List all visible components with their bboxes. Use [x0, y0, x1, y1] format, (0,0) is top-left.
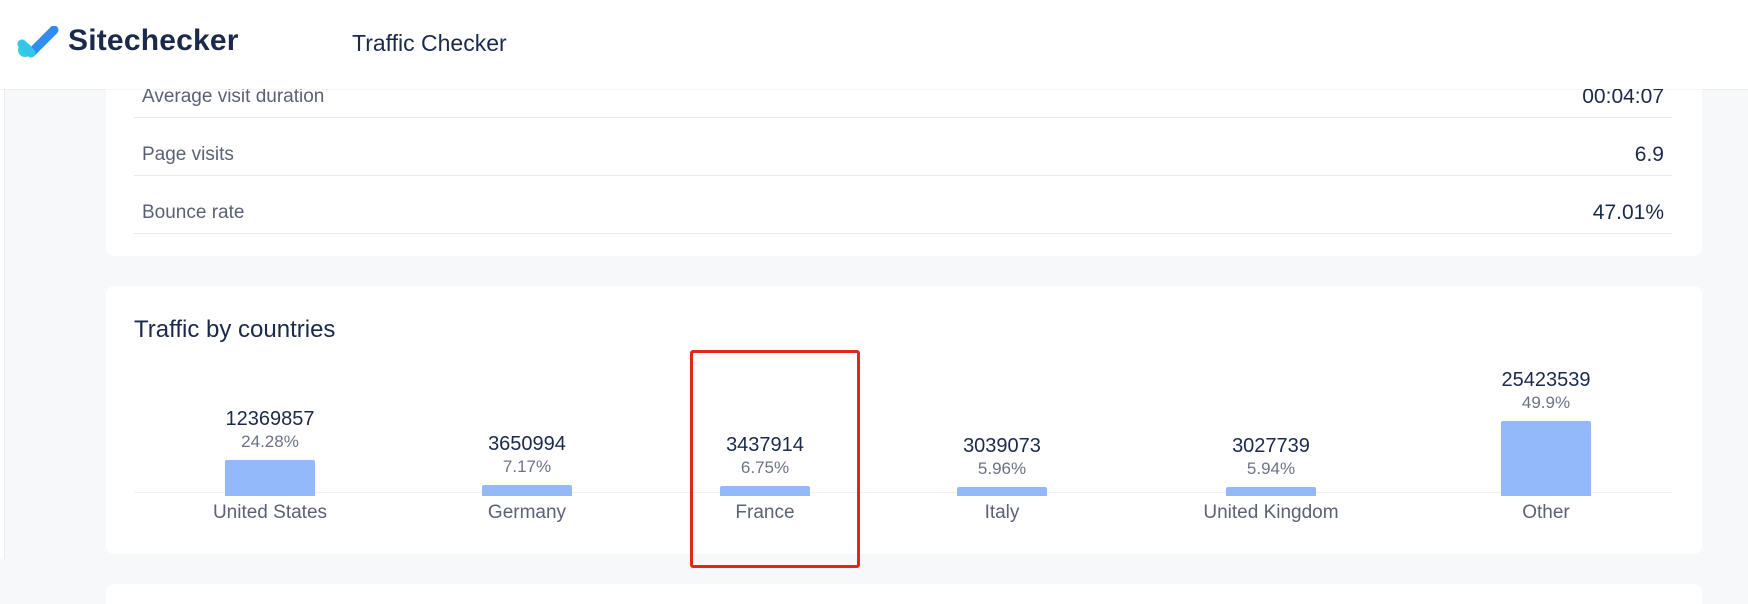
bar-category-label: Italy [984, 502, 1020, 523]
top-header: Sitechecker Traffic Checker [0, 0, 1748, 89]
bar-france [720, 486, 810, 496]
metrics-card: Average visit duration 00:04:07 Page vis… [106, 60, 1702, 256]
bar-italy [957, 487, 1047, 496]
bar-value-label: 3027739 [1232, 435, 1310, 457]
bar-category-label: United States [212, 502, 328, 523]
bar-group-other: 25423539 49.9% Other [1456, 286, 1636, 554]
countries-bar-chart: 12369857 24.28% United States 3650994 7.17% G… [106, 286, 1702, 554]
check-logo-icon[interactable] [16, 26, 60, 60]
traffic-by-countries-card: Traffic by countries 12369857 24.28% Unite… [106, 286, 1702, 554]
next-card-edge [106, 584, 1702, 604]
metric-label: Bounce rate [142, 202, 245, 223]
bar-percent-label: 24.28% [241, 432, 299, 451]
bar-group-united-states: 12369857 24.28% United States [180, 286, 360, 554]
bar-united-states [225, 460, 315, 496]
bar-value-label: 3437914 [726, 434, 804, 456]
metric-value: 6.9 [1634, 143, 1664, 166]
bar-group-france: 3437914 6.75% France [675, 286, 855, 554]
bar-percent-label: 6.75% [740, 458, 790, 477]
bar-category-label: Other [1522, 502, 1570, 523]
bar-percent-label: 49.9% [1521, 393, 1571, 412]
left-sidebar-edge [0, 89, 5, 559]
bar-percent-label: 7.17% [502, 457, 552, 476]
chart-baseline [134, 492, 1672, 493]
metric-row-bounce-rate: Bounce rate 47.01% [134, 176, 1672, 234]
bar-value-label: 3039073 [963, 435, 1041, 457]
metric-row-page-visits: Page visits 6.9 [134, 118, 1672, 176]
bar-value-label: 3650994 [488, 433, 566, 455]
metric-value: 47.01% [1592, 201, 1664, 224]
bar-united-kingdom [1226, 487, 1316, 496]
bar-value-label: 12369857 [225, 408, 315, 430]
bar-other [1501, 421, 1591, 496]
bar-percent-label: 5.94% [1246, 459, 1296, 478]
bar-group-united-kingdom: 3027739 5.94% United Kingdom [1181, 286, 1361, 554]
brand-name[interactable]: Sitechecker [68, 24, 239, 58]
bar-category-label: Germany [487, 502, 567, 523]
metric-label: Page visits [142, 144, 234, 165]
bar-percent-label: 5.96% [977, 459, 1027, 478]
bar-category-label: France [735, 502, 795, 523]
bar-category-label: United Kingdom [1203, 502, 1339, 523]
bar-value-label: 25423539 [1501, 369, 1591, 391]
bar-group-italy: 3039073 5.96% Italy [912, 286, 1092, 554]
bar-group-germany: 3650994 7.17% Germany [437, 286, 617, 554]
page-title: Traffic Checker [352, 30, 507, 56]
bar-germany [482, 485, 572, 496]
metric-label: Average visit duration [142, 86, 325, 107]
